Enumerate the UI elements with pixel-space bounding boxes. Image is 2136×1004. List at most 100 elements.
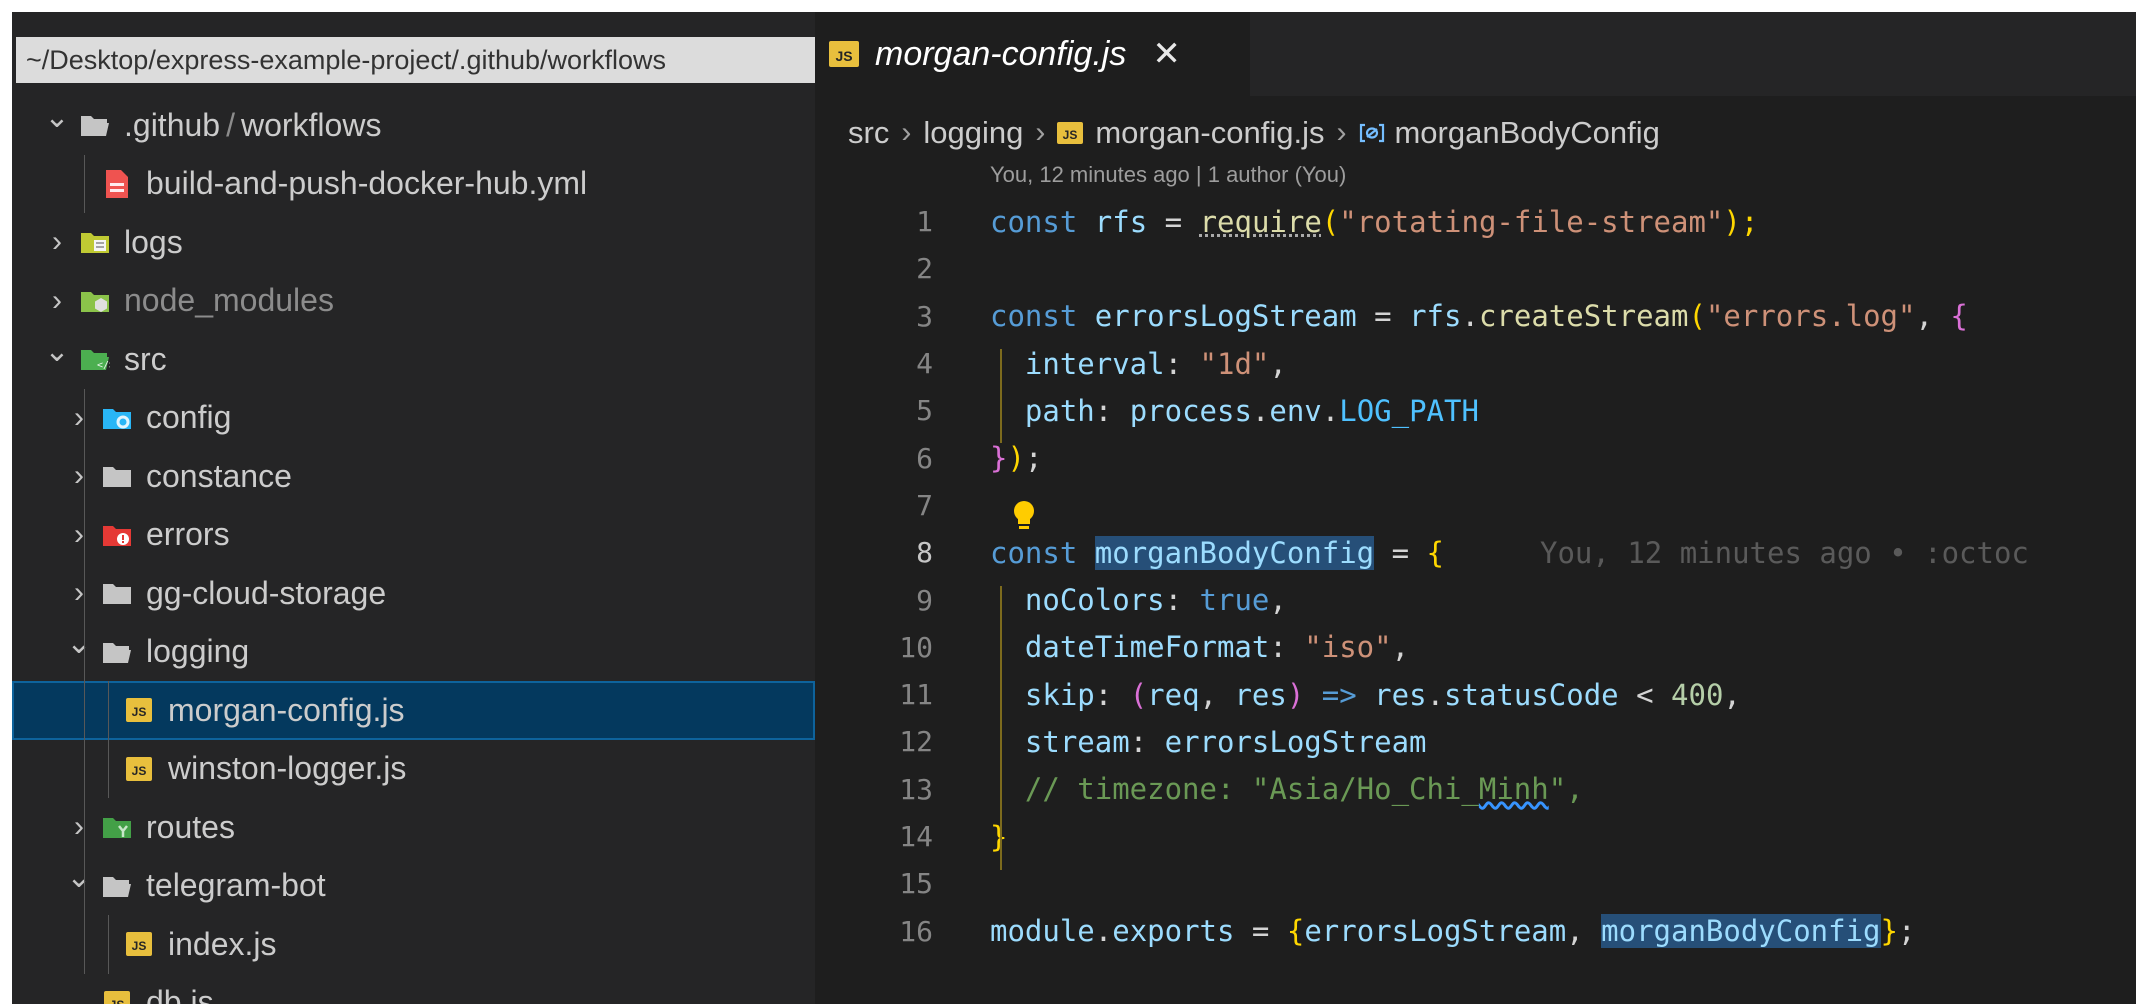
chevron-down-icon[interactable]: ⌄ (42, 100, 72, 135)
chevron-right-icon[interactable]: › (42, 284, 72, 318)
code-line: 9 noColors: true, (815, 576, 2136, 623)
tree-item--github[interactable]: ⌄ .github / workflows (12, 96, 815, 155)
tree-item-label: workflows (240, 106, 382, 143)
tree-indent-guide (84, 154, 85, 213)
line-number: 10 (899, 630, 933, 664)
line-number: 3 (916, 299, 933, 333)
tree-item-routes[interactable]: › routes (12, 798, 815, 857)
chevron-right-icon[interactable]: › (42, 225, 72, 259)
tree-item-src[interactable]: ⌄ </> src (12, 330, 815, 389)
line-number: 5 (916, 394, 933, 428)
tree-item-label: logging (146, 633, 250, 670)
line-number: 6 (916, 441, 933, 475)
chevron-right-icon: › (901, 116, 912, 149)
line-number: 9 (916, 583, 933, 617)
tree-item-logs[interactable]: › logs (12, 213, 815, 272)
tree-item-config[interactable]: › config (12, 389, 815, 448)
chevron-right-icon[interactable]: › (64, 459, 94, 493)
line-number: 7 (916, 488, 933, 522)
js-file-icon: JS (124, 697, 154, 723)
code-text: // timezone: "Asia/Ho_Chi_Minh", (1024, 772, 1584, 807)
svg-text:JS: JS (132, 705, 147, 719)
tree-item-gg-cloud-storage[interactable]: › gg-cloud-storage (12, 564, 815, 623)
code-line: 15 (815, 860, 2136, 907)
code-text: interval: "1d", (1024, 346, 1287, 381)
js-file-icon: JS (1057, 122, 1084, 144)
code-line: 16 module.exports = {errorsLogStream, mo… (815, 907, 2136, 954)
tree-item-label: gg-cloud-storage (146, 574, 387, 611)
svg-text:JS: JS (1063, 128, 1078, 142)
code-text: module.exports = {errorsLogStream, morga… (990, 914, 1916, 949)
code-text: stream: errorsLogStream (1024, 724, 1427, 759)
tree-item-morgan-config-js[interactable]: JS morgan-config.js (12, 681, 815, 740)
code-line: 3 const errorsLogStream = rfs.createStre… (815, 293, 2136, 340)
line-number: 15 (899, 867, 933, 901)
indent-guide (1000, 349, 1002, 443)
editor-window: ~/Desktop/express-example-project/.githu… (12, 12, 2136, 1004)
code-editor[interactable]: 1 const rfs = require("rotating-file-str… (815, 198, 2136, 955)
tab-title: morgan-config.js (875, 34, 1127, 73)
breadcrumb-item-symbol[interactable]: morganBodyConfig (1394, 115, 1659, 151)
tree-item-errors[interactable]: › errors (12, 506, 815, 565)
tree-item-build-and-push-docker-hub-yml[interactable]: build-and-push-docker-hub.yml (12, 155, 815, 214)
code-line: 11 skip: (req, res) => res.statusCode < … (815, 671, 2136, 718)
code-text: noColors: true, (1024, 583, 1287, 618)
explorer-sidebar: ~/Desktop/express-example-project/.githu… (12, 12, 815, 1004)
tree-item-db-js[interactable]: JS db.js (12, 974, 815, 1004)
chevron-down-icon[interactable]: ⌄ (64, 626, 94, 661)
tree-item-label: errors (146, 516, 230, 553)
tree-item-logging[interactable]: ⌄ logging (12, 623, 815, 682)
tree-item-label: constance (146, 457, 292, 494)
code-text: path: process.env.LOG_PATH (1024, 393, 1479, 428)
breadcrumb-item-file[interactable]: morgan-config.js (1095, 115, 1324, 151)
code-line: 1 const rfs = require("rotating-file-str… (815, 198, 2136, 245)
chevron-right-icon: › (1336, 116, 1347, 149)
js-file-icon: JS (124, 756, 154, 782)
code-text: } (990, 819, 1008, 854)
code-text: const rfs = require("rotating-file-strea… (990, 204, 1759, 239)
code-line: 2 (815, 245, 2136, 292)
line-number: 11 (899, 678, 933, 712)
tree-item-constance[interactable]: › constance (12, 447, 815, 506)
chevron-down-icon[interactable]: ⌄ (64, 860, 94, 895)
folder-open-icon (80, 112, 110, 138)
line-number: 2 (916, 252, 933, 286)
tree-item-label: logs (124, 223, 183, 260)
svg-text:JS: JS (110, 998, 125, 1004)
breadcrumb-item-logging[interactable]: logging (923, 115, 1023, 151)
line-number: 12 (899, 725, 933, 759)
folder-icon (102, 580, 132, 606)
folder-path-bar[interactable]: ~/Desktop/express-example-project/.githu… (16, 37, 815, 83)
tab-morgan-config[interactable]: JS morgan-config.js ✕ (815, 12, 1250, 96)
code-text: const morganBodyConfig = {You, 12 minute… (990, 535, 2029, 570)
folder-open-icon (102, 873, 132, 899)
tree-item-label: build-and-push-docker-hub.yml (146, 165, 588, 202)
errors-folder-icon (102, 522, 132, 548)
chevron-down-icon[interactable]: ⌄ (42, 334, 72, 369)
tree-item-node-modules[interactable]: › node_modules (12, 272, 815, 331)
tree-item-index-js[interactable]: JS index.js (12, 915, 815, 974)
chevron-right-icon[interactable]: › (64, 576, 94, 610)
tree-item-label: db.js (146, 984, 214, 1004)
code-line: 6 }); (815, 434, 2136, 481)
code-line: 14 } (815, 813, 2136, 860)
close-tab-icon[interactable]: ✕ (1152, 34, 1181, 74)
line-number: 14 (899, 820, 933, 853)
breadcrumb-item-src[interactable]: src (848, 115, 889, 151)
tree-item-label: winston-logger.js (168, 750, 407, 787)
src-folder-icon: </> (80, 346, 110, 372)
code-text: }); (990, 441, 1043, 476)
chevron-right-icon[interactable]: › (64, 810, 94, 844)
tree-item-winston-logger-js[interactable]: JS winston-logger.js (12, 740, 815, 799)
tree-item-label: morgan-config.js (168, 691, 405, 728)
tree-item-telegram-bot[interactable]: ⌄ telegram-bot (12, 857, 815, 916)
codelens-blame[interactable]: You, 12 minutes ago | 1 author (You) (990, 162, 1346, 188)
line-number: 13 (899, 772, 933, 806)
js-file-icon: JS (124, 931, 154, 957)
tree-item-label: src (124, 340, 167, 377)
chevron-right-icon[interactable]: › (64, 401, 94, 435)
tree-indent-guide (84, 388, 85, 974)
lightbulb-icon[interactable] (1012, 500, 1036, 534)
file-tree: ⌄ .github / workflows build-and-push-docker-… (12, 96, 815, 1004)
chevron-right-icon[interactable]: › (64, 518, 94, 552)
